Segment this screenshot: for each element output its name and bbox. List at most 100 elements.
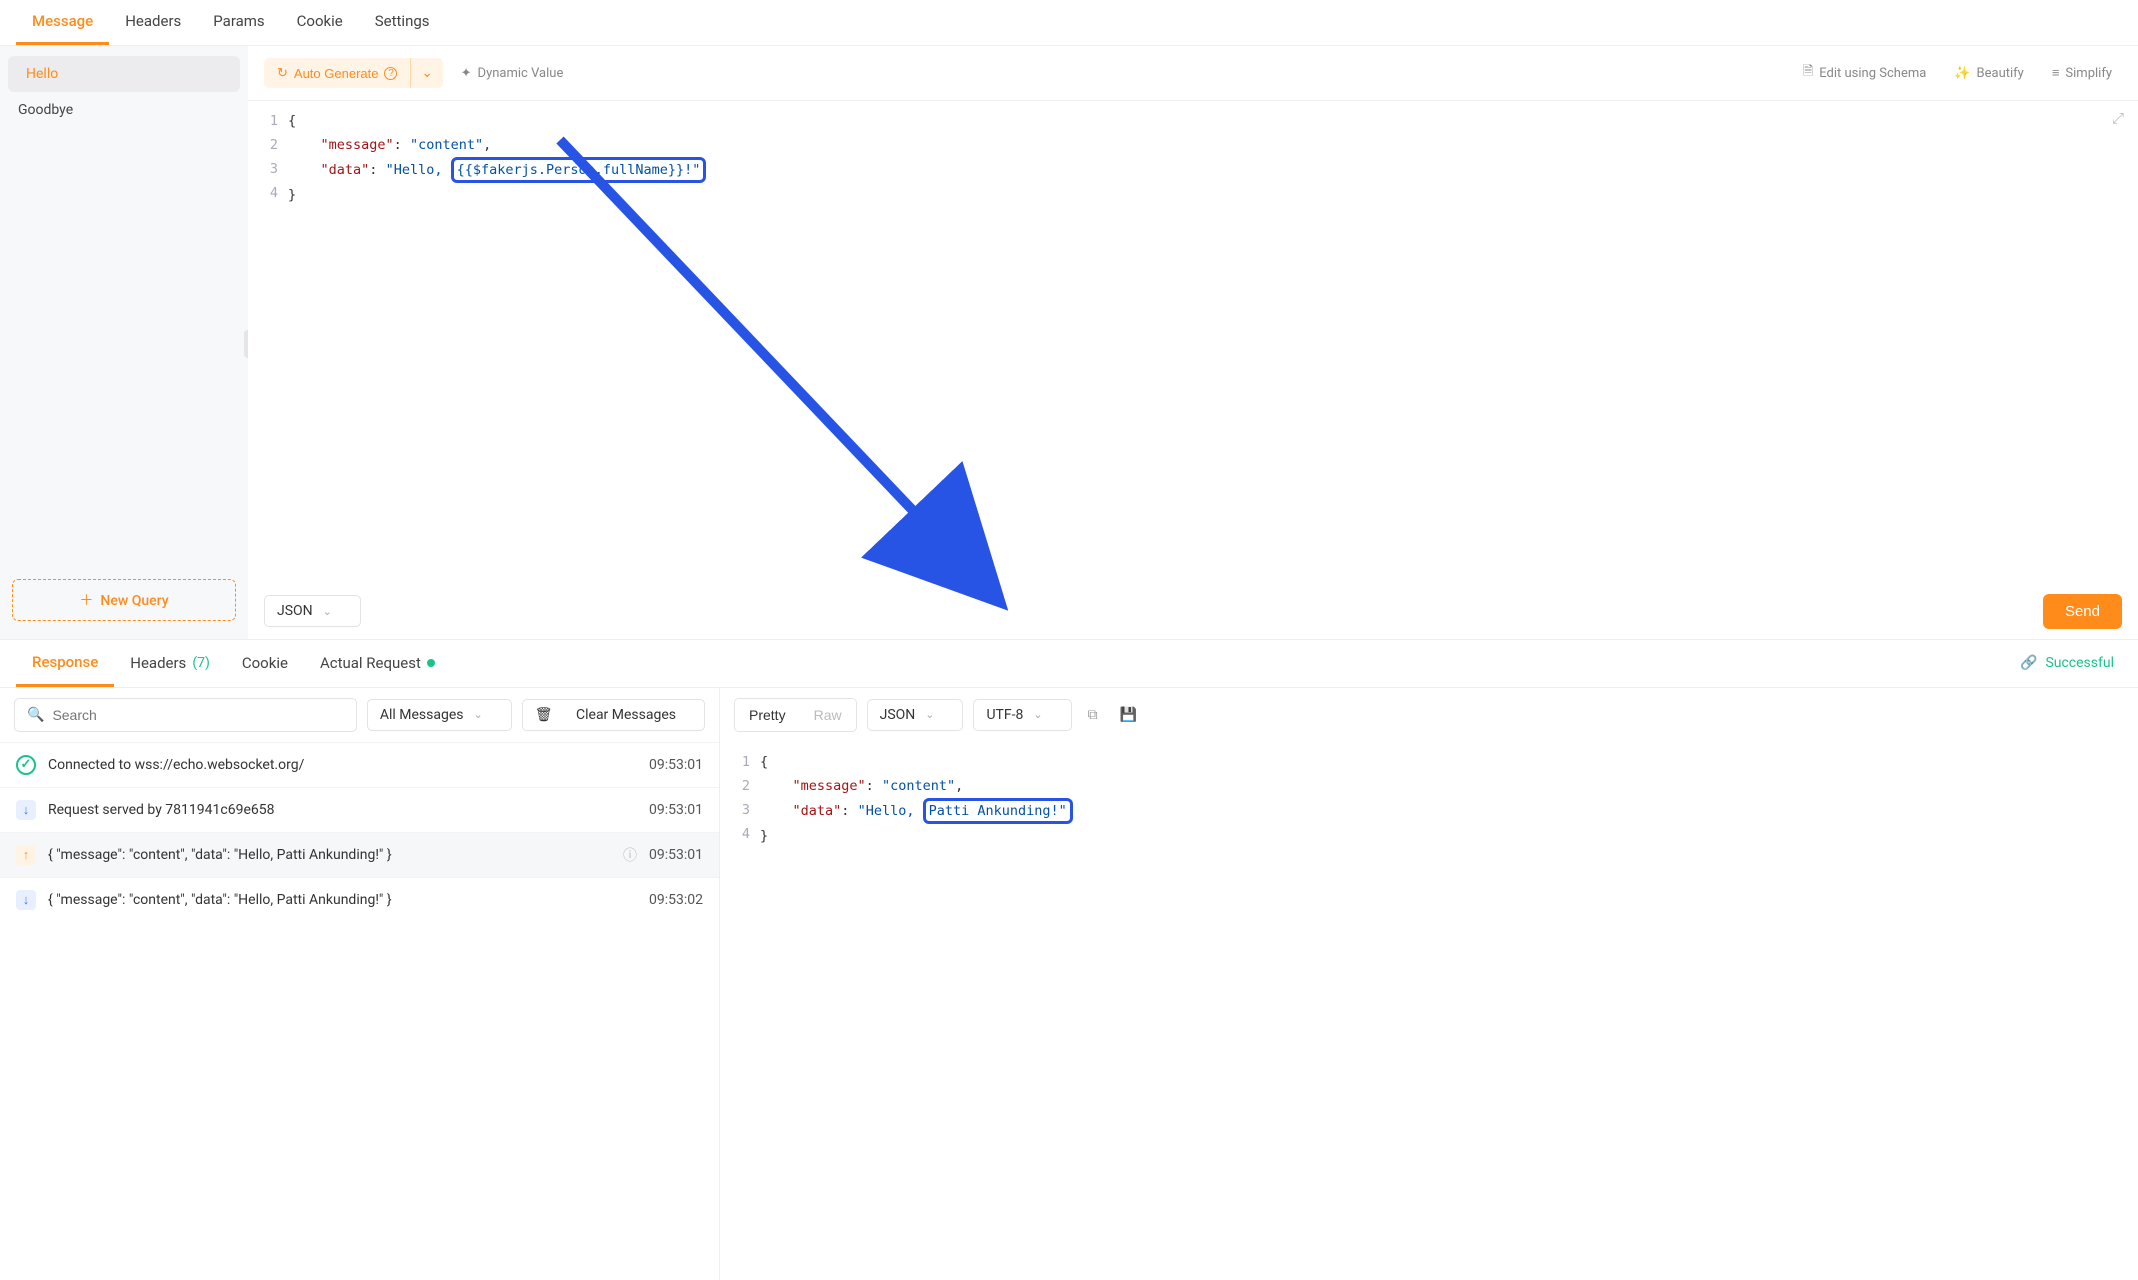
- message-text: Connected to wss://echo.websocket.org/: [48, 757, 637, 773]
- line-number: 3: [248, 157, 278, 181]
- tab-actual-request[interactable]: Actual Request: [304, 641, 451, 685]
- chevron-down-icon: ⌄: [474, 708, 483, 721]
- dynamic-value-label: Dynamic Value: [478, 66, 564, 81]
- encoding-select[interactable]: UTF-8 ⌄: [973, 699, 1071, 731]
- json-key: "data": [321, 162, 370, 178]
- tab-actual-request-label: Actual Request: [320, 654, 421, 672]
- message-text: { "message": "content", "data": "Hello, …: [48, 892, 637, 908]
- copy-icon[interactable]: ⧉: [1082, 701, 1104, 729]
- sidebar-item-goodbye[interactable]: Goodbye: [0, 92, 248, 128]
- request-editor[interactable]: 1 2 3 4 { "message": "content", "data": …: [248, 101, 2138, 584]
- message-search[interactable]: 🔍: [14, 698, 357, 732]
- simplify-button[interactable]: ≡Simplify: [2042, 59, 2122, 87]
- arrow-down-icon: ↓: [16, 800, 36, 820]
- status-successful: 🔗 Successful: [2020, 655, 2122, 671]
- list-icon: ≡: [2052, 65, 2060, 81]
- status-label: Successful: [2045, 655, 2114, 671]
- json-key: "message": [793, 778, 866, 794]
- save-icon[interactable]: 💾: [1114, 701, 1143, 729]
- link-icon: 🔗: [2020, 655, 2037, 671]
- tab-headers[interactable]: Headers: [109, 0, 197, 45]
- line-gutter: 1 2 3 4: [720, 742, 760, 1280]
- json-key: "message": [321, 137, 394, 153]
- tab-cookie[interactable]: Cookie: [281, 0, 359, 45]
- line-number: 1: [720, 750, 750, 774]
- expand-icon[interactable]: ⤢: [2112, 109, 2124, 127]
- message-text: Request served by 7811941c69e658: [48, 802, 637, 818]
- message-time: 09:53:01: [649, 847, 703, 863]
- json-value-prefix: "Hello,: [386, 162, 451, 178]
- check-icon: ✓: [16, 755, 36, 775]
- auto-generate-button[interactable]: ↻ Auto Generate ?: [264, 58, 410, 88]
- help-icon[interactable]: ⓘ: [623, 845, 637, 865]
- code-area[interactable]: { "message": "content", "data": "Hello, …: [288, 101, 2138, 584]
- arrow-down-icon: ↓: [16, 890, 36, 910]
- sidebar-item-hello[interactable]: Hello: [8, 56, 240, 92]
- tab-message[interactable]: Message: [16, 0, 109, 45]
- message-filter-value: All Messages: [380, 707, 464, 723]
- raw-button[interactable]: Raw: [800, 699, 856, 731]
- pretty-button[interactable]: Pretty: [735, 699, 800, 731]
- clear-messages-button[interactable]: 🗑 Clear Messages: [522, 699, 705, 731]
- json-value-prefix: "Hello,: [858, 803, 923, 819]
- response-tabs: Response Headers (7) Cookie Actual Reque…: [0, 639, 2138, 688]
- response-editor: 1 2 3 4 { "message": "content", "data": …: [720, 742, 2138, 1280]
- line-number: 4: [720, 822, 750, 846]
- message-row[interactable]: ↓ Request served by 7811941c69e658 09:53…: [0, 787, 719, 832]
- auto-generate-dropdown[interactable]: ⌄: [410, 58, 442, 88]
- headers-count: (7): [192, 655, 210, 671]
- new-query-button[interactable]: ＋ New Query: [12, 579, 236, 621]
- message-time: 09:53:02: [649, 892, 703, 908]
- tab-resp-headers-label: Headers: [130, 654, 186, 672]
- edit-schema-button[interactable]: 🗎 Edit using Schema: [1793, 56, 1936, 90]
- arrow-up-icon: ↑: [16, 845, 36, 865]
- tab-resp-headers[interactable]: Headers (7): [114, 641, 226, 685]
- line-number: 2: [248, 133, 278, 157]
- tab-response[interactable]: Response: [16, 640, 114, 687]
- tab-settings[interactable]: Settings: [359, 0, 446, 45]
- message-text: { "message": "content", "data": "Hello, …: [48, 847, 611, 863]
- resp-format-select[interactable]: JSON ⌄: [867, 699, 964, 731]
- message-row[interactable]: ↑ { "message": "content", "data": "Hello…: [0, 832, 719, 877]
- refresh-icon: ↻: [277, 65, 288, 81]
- search-input[interactable]: [52, 707, 343, 723]
- json-value: "content": [882, 778, 955, 794]
- tab-resp-cookie[interactable]: Cookie: [226, 641, 304, 685]
- line-number: 1: [248, 109, 278, 133]
- new-query-label: New Query: [100, 593, 168, 609]
- document-icon: 🗎: [1803, 62, 1813, 84]
- chevron-down-icon: ⌄: [925, 708, 934, 721]
- request-tabs: Message Headers Params Cookie Settings: [0, 0, 2138, 46]
- encoding-value: UTF-8: [986, 707, 1023, 723]
- beautify-button[interactable]: ✨Beautify: [1944, 60, 2034, 87]
- message-time: 09:53:01: [649, 757, 703, 773]
- lightning-icon: ✦: [461, 66, 472, 81]
- message-log-panel: 🔍 All Messages ⌄ 🗑 Clear Messages ✓ Conn…: [0, 688, 720, 1280]
- chevron-down-icon: ⌄: [1033, 708, 1042, 721]
- message-time: 09:53:01: [649, 802, 703, 818]
- message-row[interactable]: ✓ Connected to wss://echo.websocket.org/…: [0, 742, 719, 787]
- dynamic-value-button[interactable]: ✦ Dynamic Value: [451, 60, 574, 87]
- plus-icon: ＋: [79, 593, 93, 609]
- clear-messages-label: Clear Messages: [576, 707, 676, 723]
- resp-format-value: JSON: [880, 707, 916, 723]
- editor-toolbar: ↻ Auto Generate ? ⌄ ✦ Dynamic Value 🗎 Edit…: [248, 46, 2138, 101]
- line-gutter: 1 2 3 4: [248, 101, 288, 584]
- beautify-label: Beautify: [1977, 66, 2024, 81]
- editor-footer: JSON ⌄ Send: [248, 584, 2138, 639]
- response-code-area[interactable]: { "message": "content", "data": "Hello, …: [760, 742, 2138, 1280]
- format-select[interactable]: JSON ⌄: [264, 595, 361, 627]
- format-select-value: JSON: [277, 603, 313, 619]
- tab-params[interactable]: Params: [197, 0, 280, 45]
- edit-schema-label: Edit using Schema: [1819, 66, 1926, 81]
- message-row[interactable]: ↓ { "message": "content", "data": "Hello…: [0, 877, 719, 922]
- chevron-down-icon: ⌄: [323, 605, 332, 618]
- view-mode-segment: Pretty Raw: [734, 698, 857, 732]
- line-number: 2: [720, 774, 750, 798]
- send-button[interactable]: Send: [2043, 594, 2122, 629]
- response-viewer-panel: Pretty Raw JSON ⌄ UTF-8 ⌄ ⧉ 💾 1 2 3: [720, 688, 2138, 1280]
- trash-icon: 🗑: [535, 707, 553, 723]
- line-number: 4: [248, 181, 278, 205]
- message-filter-select[interactable]: All Messages ⌄: [367, 699, 512, 731]
- json-key: "data": [793, 803, 842, 819]
